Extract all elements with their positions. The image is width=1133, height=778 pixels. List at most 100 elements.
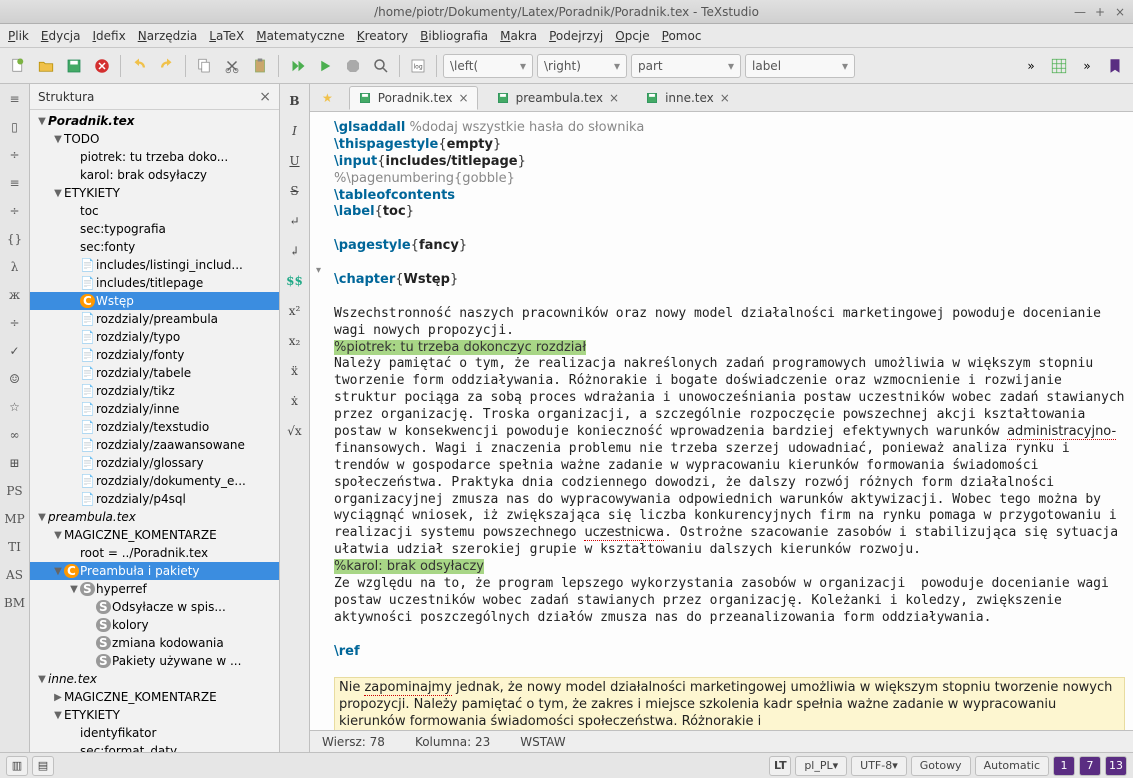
tree-item[interactable]: SOdsyłacze w spis... — [30, 598, 279, 616]
format-button[interactable]: U — [284, 150, 306, 172]
symbol-category[interactable]: ÷ — [4, 312, 26, 334]
symbol-category[interactable]: ≡ — [4, 88, 26, 110]
tree-item[interactable]: SPakiety używane w ... — [30, 652, 279, 670]
tree-item[interactable]: 📄rozdzialy/dokumenty_e... — [30, 472, 279, 490]
compile-button[interactable] — [313, 54, 337, 78]
panel-toggle-2[interactable]: ▤ — [32, 756, 54, 776]
format-button[interactable]: ẋ — [284, 390, 306, 412]
tree-item[interactable]: ▶MAGICZNE_KOMENTARZE — [30, 688, 279, 706]
format-button[interactable]: √x — [284, 420, 306, 442]
format-button[interactable]: x₂ — [284, 330, 306, 352]
symbol-category[interactable]: ÷ — [4, 144, 26, 166]
tree-item[interactable]: 📄rozdzialy/typo — [30, 328, 279, 346]
tree-item[interactable]: ▼MAGICZNE_KOMENTARZE — [30, 526, 279, 544]
tree-item[interactable]: ▼ETYKIETY — [30, 184, 279, 202]
tree-item[interactable]: Skolory — [30, 616, 279, 634]
tree-item[interactable]: karol: brak odsyłaczy — [30, 166, 279, 184]
symbol-category[interactable]: ≡ — [4, 172, 26, 194]
menu-idefix[interactable]: Idefix — [92, 29, 125, 43]
view-pdf-button[interactable] — [369, 54, 393, 78]
tree-item[interactable]: 📄rozdzialy/fonty — [30, 346, 279, 364]
line-ending-selector[interactable]: Automatic — [975, 756, 1049, 776]
minimize-button[interactable]: — — [1073, 5, 1087, 19]
new-file-button[interactable] — [6, 54, 30, 78]
tree-item[interactable]: 📄includes/listingi_includ... — [30, 256, 279, 274]
symbol-category[interactable]: ▯ — [4, 116, 26, 138]
tab-Poradnik.tex[interactable]: Poradnik.tex× — [349, 86, 478, 110]
tree-item[interactable]: ▼ETYKIETY — [30, 706, 279, 724]
symbol-category[interactable]: AS — [4, 564, 26, 586]
menu-narzędzia[interactable]: Narzędzia — [138, 29, 198, 43]
tree-item[interactable]: ▼preambula.tex — [30, 508, 279, 526]
menu-kreatory[interactable]: Kreatory — [357, 29, 408, 43]
tree-item[interactable]: ▼TODO — [30, 130, 279, 148]
toolbar-overflow-2[interactable]: » — [1075, 54, 1099, 78]
section-combo[interactable]: part — [631, 54, 741, 78]
symbol-category[interactable]: MP — [4, 508, 26, 530]
symbol-category[interactable]: ✓ — [4, 340, 26, 362]
structure-tree[interactable]: ▼Poradnik.tex▼TODOpiotrek: tu trzeba dok… — [30, 110, 279, 752]
tree-item[interactable]: 📄rozdzialy/tabele — [30, 364, 279, 382]
open-file-button[interactable] — [34, 54, 58, 78]
tree-item[interactable]: toc — [30, 202, 279, 220]
menu-edycja[interactable]: Edycja — [41, 29, 81, 43]
cut-button[interactable] — [220, 54, 244, 78]
tab-close-icon[interactable]: × — [720, 91, 730, 105]
close-button[interactable]: × — [1113, 5, 1127, 19]
menu-makra[interactable]: Makra — [500, 29, 537, 43]
maximize-button[interactable]: + — [1093, 5, 1107, 19]
panel-toggle-1[interactable]: ▥ — [6, 756, 28, 776]
symbol-category[interactable]: BM — [4, 592, 26, 614]
tree-item[interactable]: 📄rozdzialy/preambula — [30, 310, 279, 328]
format-button[interactable]: $$ — [284, 270, 306, 292]
tab-preambula.tex[interactable]: preambula.tex× — [488, 87, 627, 109]
tab-close-icon[interactable]: × — [609, 91, 619, 105]
format-button[interactable]: ↵ — [284, 210, 306, 232]
tree-item[interactable]: sec:fonty — [30, 238, 279, 256]
bookmark-3[interactable]: 13 — [1105, 756, 1127, 776]
undo-button[interactable] — [127, 54, 151, 78]
view-log-button[interactable]: log — [406, 54, 430, 78]
tree-item[interactable]: piotrek: tu trzeba doko... — [30, 148, 279, 166]
symbol-category[interactable]: TI — [4, 536, 26, 558]
menu-matematyczne[interactable]: Matematyczne — [256, 29, 345, 43]
label-combo[interactable]: label — [745, 54, 855, 78]
format-button[interactable]: x² — [284, 300, 306, 322]
symbol-category[interactable]: {} — [4, 228, 26, 250]
tree-item[interactable]: CWstęp — [30, 292, 279, 310]
bookmark-1[interactable]: 1 — [1053, 756, 1075, 776]
symbol-category[interactable]: ☺ — [4, 368, 26, 390]
tree-item[interactable]: 📄rozdzialy/tikz — [30, 382, 279, 400]
bookmark-2[interactable]: 7 — [1079, 756, 1101, 776]
save-button[interactable] — [62, 54, 86, 78]
tree-item[interactable]: sec:typografia — [30, 220, 279, 238]
menu-podejrzyj[interactable]: Podejrzyj — [549, 29, 603, 43]
menu-opcje[interactable]: Opcje — [615, 29, 649, 43]
tree-item[interactable]: 📄includes/titlepage — [30, 274, 279, 292]
right-bracket-combo[interactable]: \right) — [537, 54, 627, 78]
menu-bibliografia[interactable]: Bibliografia — [420, 29, 488, 43]
tree-item[interactable]: ▼Shyperref — [30, 580, 279, 598]
tree-item[interactable]: 📄rozdzialy/p4sql — [30, 490, 279, 508]
format-button[interactable]: S — [284, 180, 306, 202]
tree-item[interactable]: Szmiana kodowania — [30, 634, 279, 652]
symbol-category[interactable]: ж — [4, 284, 26, 306]
copy-button[interactable] — [192, 54, 216, 78]
tree-item[interactable]: 📄rozdzialy/zaawansowane — [30, 436, 279, 454]
table-tool-button[interactable] — [1047, 54, 1071, 78]
close-doc-button[interactable] — [90, 54, 114, 78]
tree-item[interactable]: 📄rozdzialy/inne — [30, 400, 279, 418]
tree-item[interactable]: ▼CPreambuła i pakiety — [30, 562, 279, 580]
encoding-selector[interactable]: UTF-8 ▾ — [851, 756, 907, 776]
tree-item[interactable]: root = ../Poradnik.tex — [30, 544, 279, 562]
symbol-category[interactable]: ☆ — [4, 396, 26, 418]
menu-plik[interactable]: Plik — [8, 29, 29, 43]
format-button[interactable]: B — [284, 90, 306, 112]
tree-item[interactable]: 📄rozdzialy/texstudio — [30, 418, 279, 436]
tree-item[interactable]: ▼inne.tex — [30, 670, 279, 688]
symbol-category[interactable]: λ — [4, 256, 26, 278]
code-editor[interactable]: \glsaddall %dodaj wszystkie hasła do sło… — [310, 112, 1133, 730]
panel-close-button[interactable]: × — [259, 89, 271, 105]
paste-button[interactable] — [248, 54, 272, 78]
symbol-category[interactable]: ⊞ — [4, 452, 26, 474]
